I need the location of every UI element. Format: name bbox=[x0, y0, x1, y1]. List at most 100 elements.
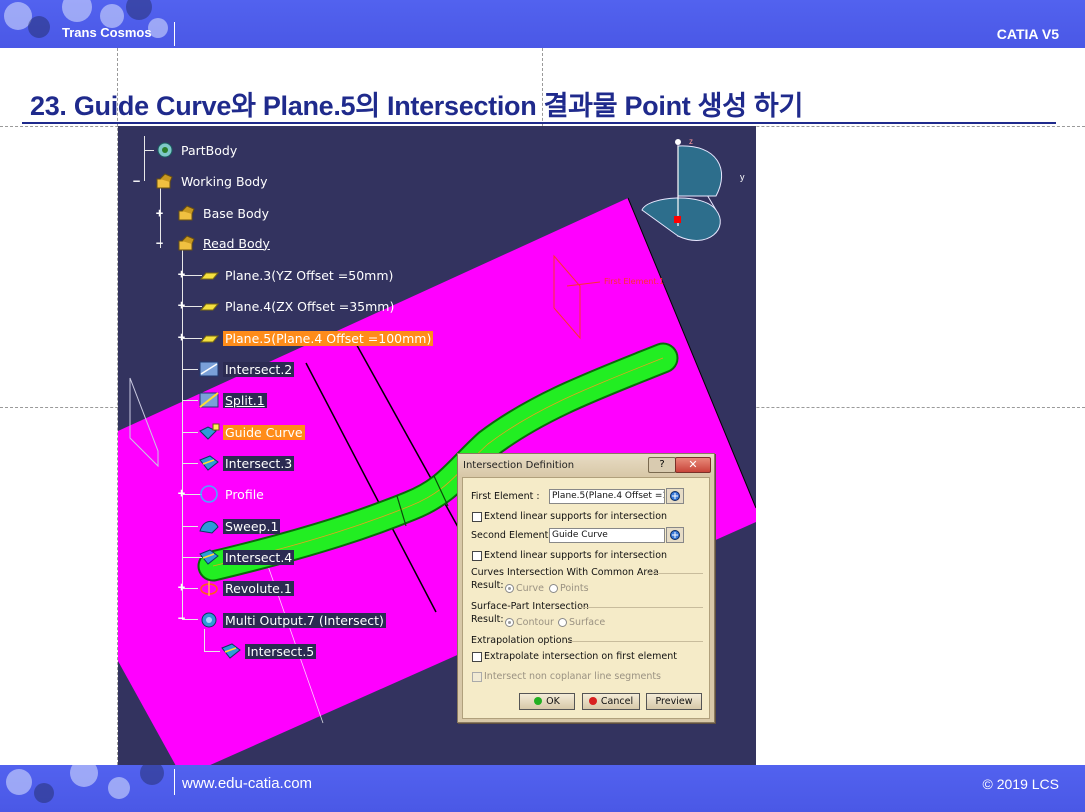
tree-item-label: Intersect.3 bbox=[223, 455, 295, 471]
circle-icon bbox=[198, 485, 220, 503]
second-element-field[interactable]: Guide Curve bbox=[549, 528, 665, 543]
first-element-select-button[interactable] bbox=[666, 488, 684, 504]
intersection-definition-dialog[interactable]: Intersection Definition ? ✕ First Elemen… bbox=[457, 453, 715, 723]
second-element-label: Second Element : bbox=[471, 530, 555, 541]
revolute-icon bbox=[198, 579, 220, 597]
tree-item-label: Guide Curve bbox=[223, 424, 305, 440]
close-button[interactable]: ✕ bbox=[675, 457, 711, 473]
header-decoration bbox=[0, 0, 180, 48]
extend-first-checkbox[interactable] bbox=[472, 512, 482, 522]
non-coplanar-checkbox[interactable] bbox=[472, 672, 482, 682]
tree-item-label: Working Body bbox=[181, 173, 268, 189]
collapse-toggle[interactable]: − bbox=[132, 175, 141, 187]
ok-button[interactable]: OK bbox=[519, 693, 575, 710]
tree-item-profile[interactable]: Profile bbox=[198, 485, 266, 503]
tree-item-label: Sweep.1 bbox=[223, 518, 281, 534]
tree-item-guide-curve[interactable]: Guide Curve bbox=[198, 423, 305, 441]
tree-item-label: Revolute.1 bbox=[223, 580, 294, 596]
cancel-button[interactable]: Cancel bbox=[582, 693, 640, 710]
contour-radio[interactable] bbox=[505, 618, 514, 627]
tree-item-read-body[interactable]: Read Body bbox=[176, 234, 272, 252]
expand-toggle[interactable]: + bbox=[177, 268, 186, 280]
tree-item-partbody[interactable]: PartBody bbox=[154, 141, 239, 159]
tree-item-label: PartBody bbox=[181, 142, 238, 158]
surface-group-label: Surface-Part Intersection bbox=[471, 601, 589, 612]
body-icon bbox=[154, 172, 176, 190]
extrapolation-group-label: Extrapolation options bbox=[471, 635, 573, 646]
tree-item-plane4[interactable]: Plane.4(ZX Offset =35mm) bbox=[198, 297, 396, 315]
tree-item-revolute1[interactable]: Revolute.1 bbox=[198, 579, 294, 597]
intersect-icon bbox=[198, 360, 220, 378]
collapse-toggle[interactable]: − bbox=[155, 237, 164, 249]
title-underline bbox=[22, 122, 1056, 124]
tree-item-plane3[interactable]: Plane.3(YZ Offset =50mm) bbox=[198, 266, 395, 284]
plane-icon bbox=[198, 329, 220, 347]
group-divider bbox=[647, 573, 703, 574]
intersect-icon bbox=[198, 454, 220, 472]
body-icon bbox=[176, 234, 198, 252]
expand-toggle[interactable]: + bbox=[177, 581, 186, 593]
partbody-icon bbox=[154, 141, 176, 159]
extend-second-checkbox[interactable] bbox=[472, 551, 482, 561]
points-option-label: Points bbox=[560, 583, 589, 594]
tree-item-label: Intersect.4 bbox=[223, 549, 295, 565]
tree-item-base-body[interactable]: Base Body bbox=[176, 204, 271, 222]
tree-item-label: Profile bbox=[225, 486, 264, 502]
contour-option-label: Contour bbox=[516, 617, 554, 628]
expand-toggle[interactable]: + bbox=[177, 331, 186, 343]
expand-toggle[interactable]: + bbox=[177, 299, 186, 311]
first-element-field[interactable]: Plane.5(Plane.4 Offset =1( bbox=[549, 489, 665, 504]
curves-group-label: Curves Intersection With Common Area bbox=[471, 567, 659, 578]
non-coplanar-label: Intersect non coplanar line segments bbox=[484, 671, 662, 682]
footer-bar: www.edu-catia.com © 2019 LCS bbox=[0, 765, 1085, 812]
tree-item-plane5[interactable]: Plane.5(Plane.4 Offset =100mm) bbox=[198, 329, 434, 347]
tree-item-intersect4[interactable]: Intersect.4 bbox=[198, 548, 295, 566]
result-label: Result: bbox=[471, 614, 504, 625]
footer-decoration bbox=[0, 765, 180, 812]
curve-radio[interactable] bbox=[505, 584, 514, 593]
tree-item-label: Plane.3(YZ Offset =50mm) bbox=[225, 267, 394, 283]
tree-item-label: Read Body bbox=[203, 235, 270, 251]
dialog-title: Intersection Definition bbox=[463, 460, 575, 471]
preview-button[interactable]: Preview bbox=[646, 693, 702, 710]
result-label: Result: bbox=[471, 580, 504, 591]
tree-item-label: Plane.5(Plane.4 Offset =100mm) bbox=[223, 330, 434, 346]
curve-option-label: Curve bbox=[516, 583, 545, 594]
surface-radio[interactable] bbox=[558, 618, 567, 627]
body-icon bbox=[176, 204, 198, 222]
multi-output-icon bbox=[198, 611, 220, 629]
group-divider bbox=[581, 607, 703, 608]
group-divider bbox=[567, 641, 703, 642]
first-element-label: First Element : bbox=[471, 491, 540, 502]
tree-item-intersect3[interactable]: Intersect.3 bbox=[198, 454, 295, 472]
dialog-titlebar[interactable]: Intersection Definition ? ✕ bbox=[458, 454, 714, 476]
extrapolate-checkbox[interactable] bbox=[472, 652, 482, 662]
tree-item-split1[interactable]: Split.1 bbox=[198, 391, 267, 409]
tree-item-intersect5[interactable]: Intersect.5 bbox=[220, 642, 317, 660]
curve-icon bbox=[198, 423, 220, 441]
intersect-icon bbox=[198, 548, 220, 566]
points-radio[interactable] bbox=[549, 584, 558, 593]
expand-toggle[interactable]: + bbox=[155, 207, 164, 219]
tree-item-sweep1[interactable]: Sweep.1 bbox=[198, 517, 281, 535]
extrapolate-label: Extrapolate intersection on first elemen… bbox=[484, 651, 677, 662]
copyright-text: © 2019 LCS bbox=[982, 776, 1059, 792]
axis-z-label: z bbox=[689, 137, 693, 146]
plane-icon bbox=[198, 297, 220, 315]
tree-item-label: Intersect.5 bbox=[245, 643, 317, 659]
tree-item-intersect2[interactable]: Intersect.2 bbox=[198, 360, 295, 378]
ok-icon bbox=[534, 697, 543, 705]
expand-toggle[interactable]: + bbox=[177, 487, 186, 499]
axis-y-label: y bbox=[740, 172, 745, 182]
company-name: Trans Cosmos bbox=[62, 25, 152, 40]
surface-option-label: Surface bbox=[569, 617, 606, 628]
tree-item-multi-output7[interactable]: Multi Output.7 (Intersect) bbox=[198, 611, 386, 629]
extend-second-label: Extend linear supports for intersection bbox=[484, 550, 668, 561]
website-link[interactable]: www.edu-catia.com bbox=[182, 775, 312, 792]
selection-icon bbox=[670, 491, 680, 501]
sweep-icon bbox=[198, 517, 220, 535]
second-element-select-button[interactable] bbox=[666, 527, 684, 543]
tree-item-working-body[interactable]: Working Body bbox=[154, 172, 270, 190]
help-button[interactable]: ? bbox=[648, 457, 676, 473]
collapse-toggle[interactable]: − bbox=[177, 612, 186, 624]
